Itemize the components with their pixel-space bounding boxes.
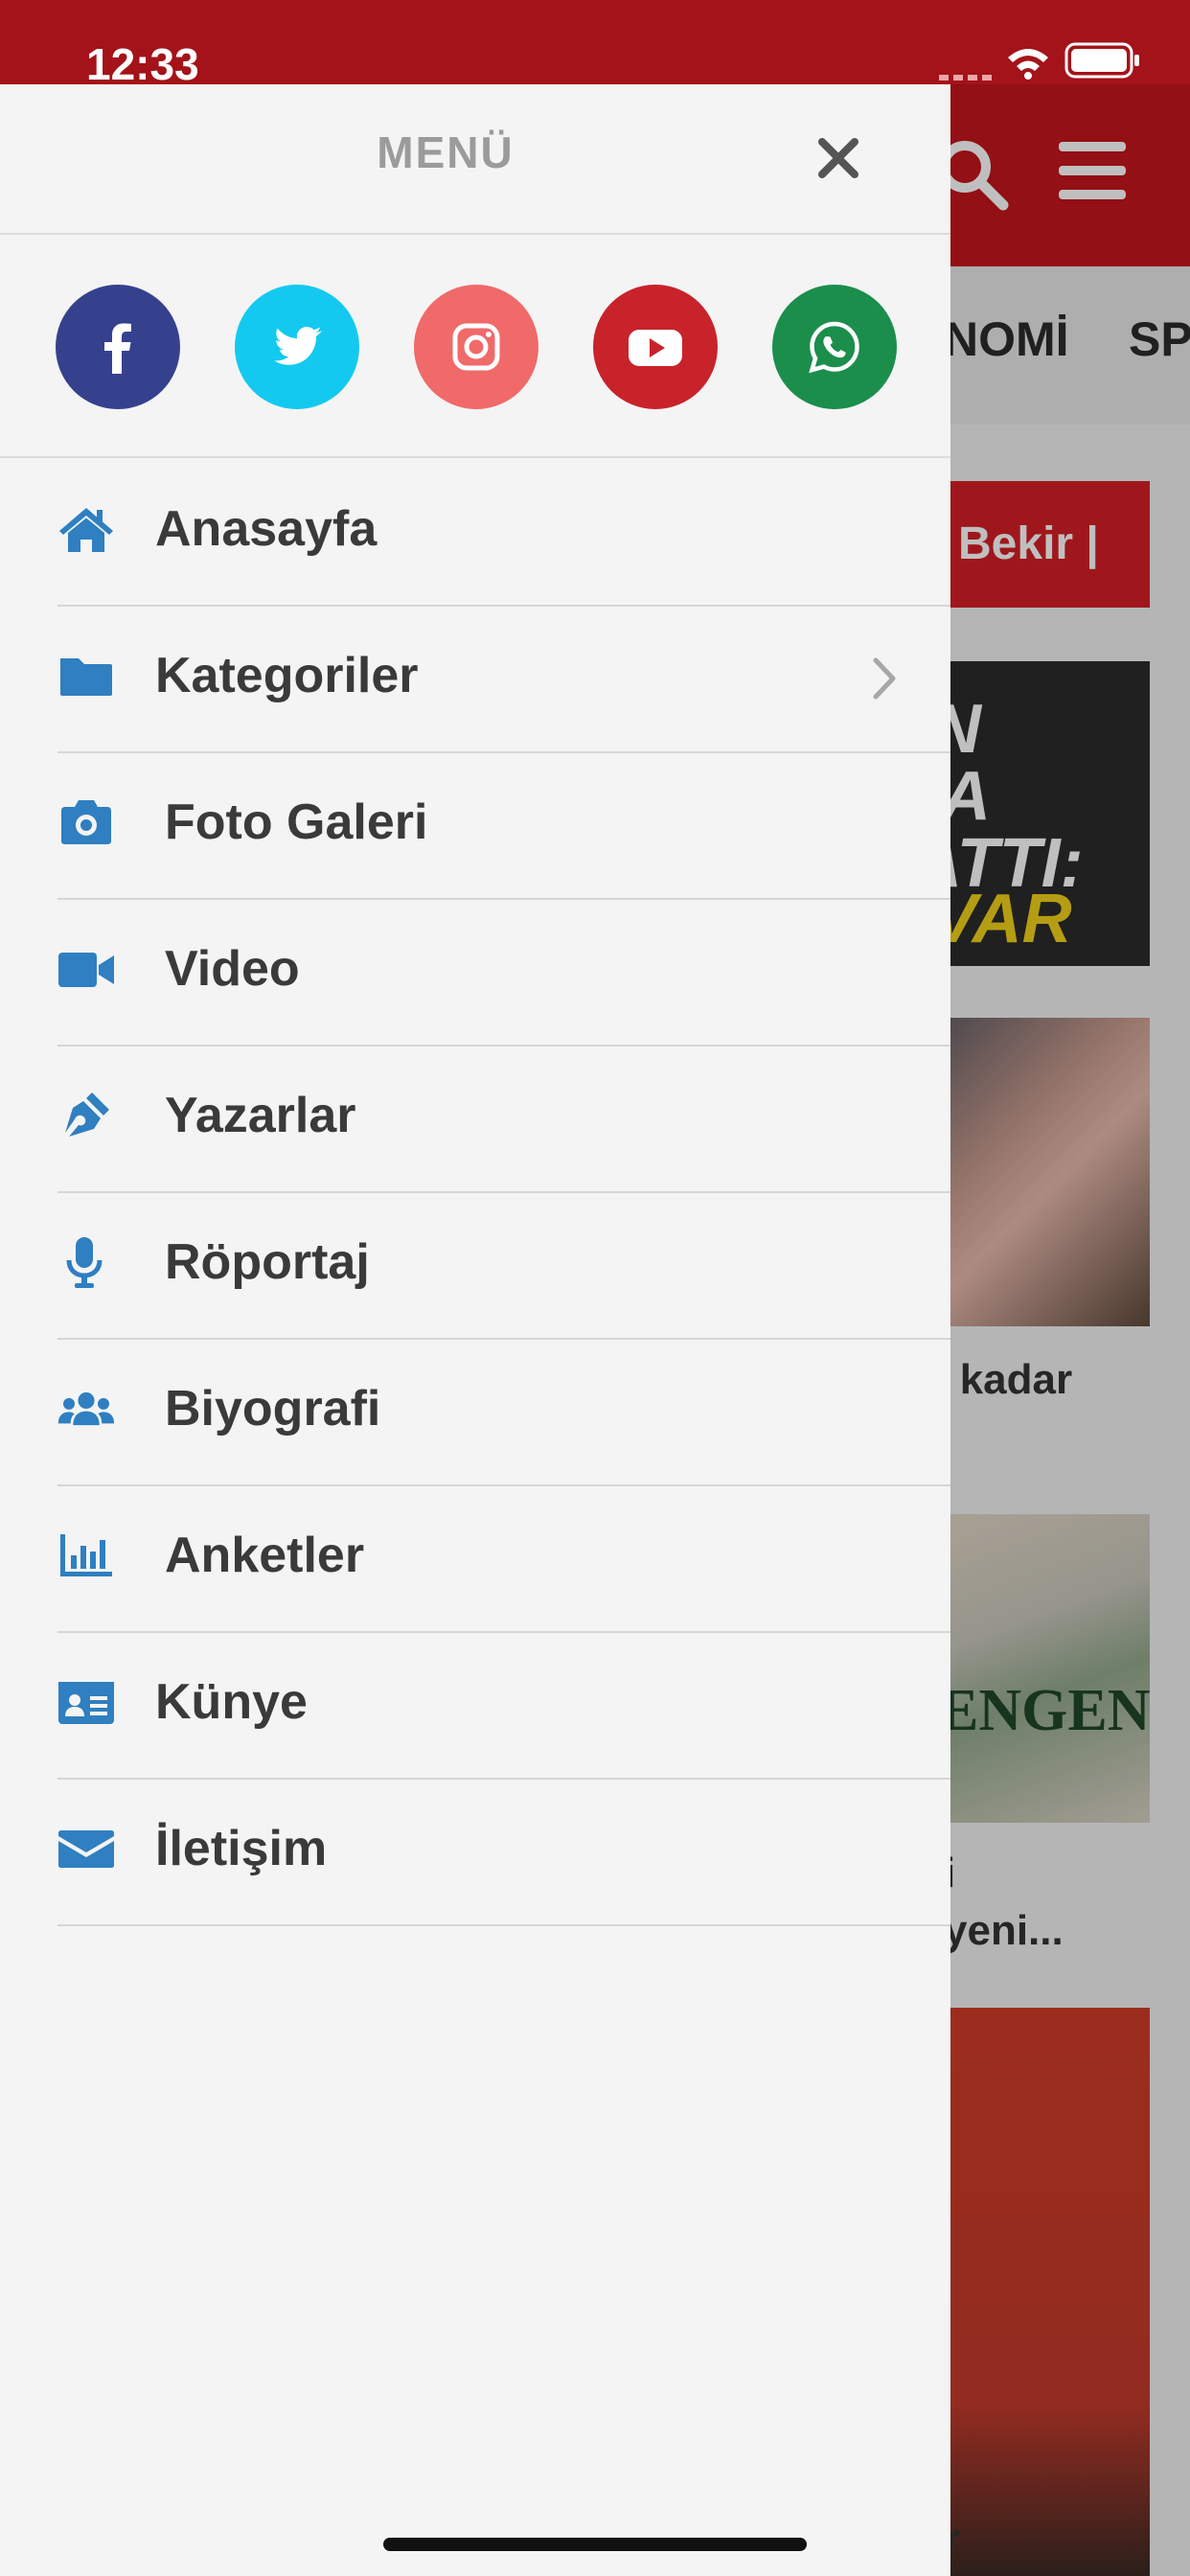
youtube-icon <box>629 330 682 366</box>
users-icon <box>57 1392 115 1426</box>
whatsapp-button[interactable] <box>772 285 897 409</box>
microphone-icon <box>66 1237 103 1288</box>
menu-item-video[interactable]: Video <box>57 898 950 1046</box>
folder-icon <box>60 658 112 696</box>
id-card-icon <box>58 1682 114 1724</box>
facebook-button[interactable] <box>56 285 180 409</box>
twitter-button[interactable] <box>235 285 359 409</box>
camera-icon <box>61 800 111 844</box>
pen-icon <box>65 1092 109 1137</box>
menu-item-label: Foto Galeri <box>165 794 428 850</box>
menu-item-imprint[interactable]: Künye <box>57 1631 950 1780</box>
chart-icon <box>60 1534 112 1576</box>
menu-item-photo-gallery[interactable]: Foto Galeri <box>57 751 950 900</box>
menu-item-authors[interactable]: Yazarlar <box>57 1045 950 1193</box>
menu-item-label: İletişim <box>155 1821 328 1876</box>
home-indicator <box>383 2538 807 2551</box>
menu-item-categories[interactable]: Kategoriler <box>57 605 950 753</box>
menu-item-label: Anasayfa <box>155 501 378 557</box>
instagram-icon <box>452 323 500 371</box>
close-icon[interactable] <box>814 134 862 182</box>
menu-item-biography[interactable]: Biyografi <box>57 1338 950 1486</box>
drawer-header: MENÜ <box>0 84 950 235</box>
menu-item-label: Anketler <box>165 1528 365 1583</box>
menu-item-label: Röportaj <box>165 1234 370 1290</box>
drawer-title: MENÜ <box>377 127 515 177</box>
menu-item-label: Biyografi <box>165 1381 381 1437</box>
status-icons <box>0 42 1190 80</box>
menu-item-label: Video <box>165 941 300 997</box>
twitter-icon <box>274 327 322 365</box>
instagram-button[interactable] <box>414 285 538 409</box>
facebook-icon <box>104 323 131 374</box>
chevron-right-icon <box>873 657 896 700</box>
menu-item-polls[interactable]: Anketler <box>57 1484 950 1633</box>
whatsapp-icon <box>809 321 859 374</box>
menu-item-home[interactable]: Anasayfa <box>57 458 950 607</box>
menu-item-contact[interactable]: İletişim <box>57 1778 950 1926</box>
video-icon <box>58 953 114 987</box>
menu-item-label: Kategoriler <box>155 648 419 703</box>
home-icon <box>59 508 113 552</box>
menu-item-interview[interactable]: Röportaj <box>57 1191 950 1340</box>
envelope-icon <box>58 1830 114 1868</box>
youtube-button[interactable] <box>593 285 718 409</box>
menu-item-label: Yazarlar <box>165 1088 356 1143</box>
menu-item-label: Künye <box>155 1674 308 1730</box>
